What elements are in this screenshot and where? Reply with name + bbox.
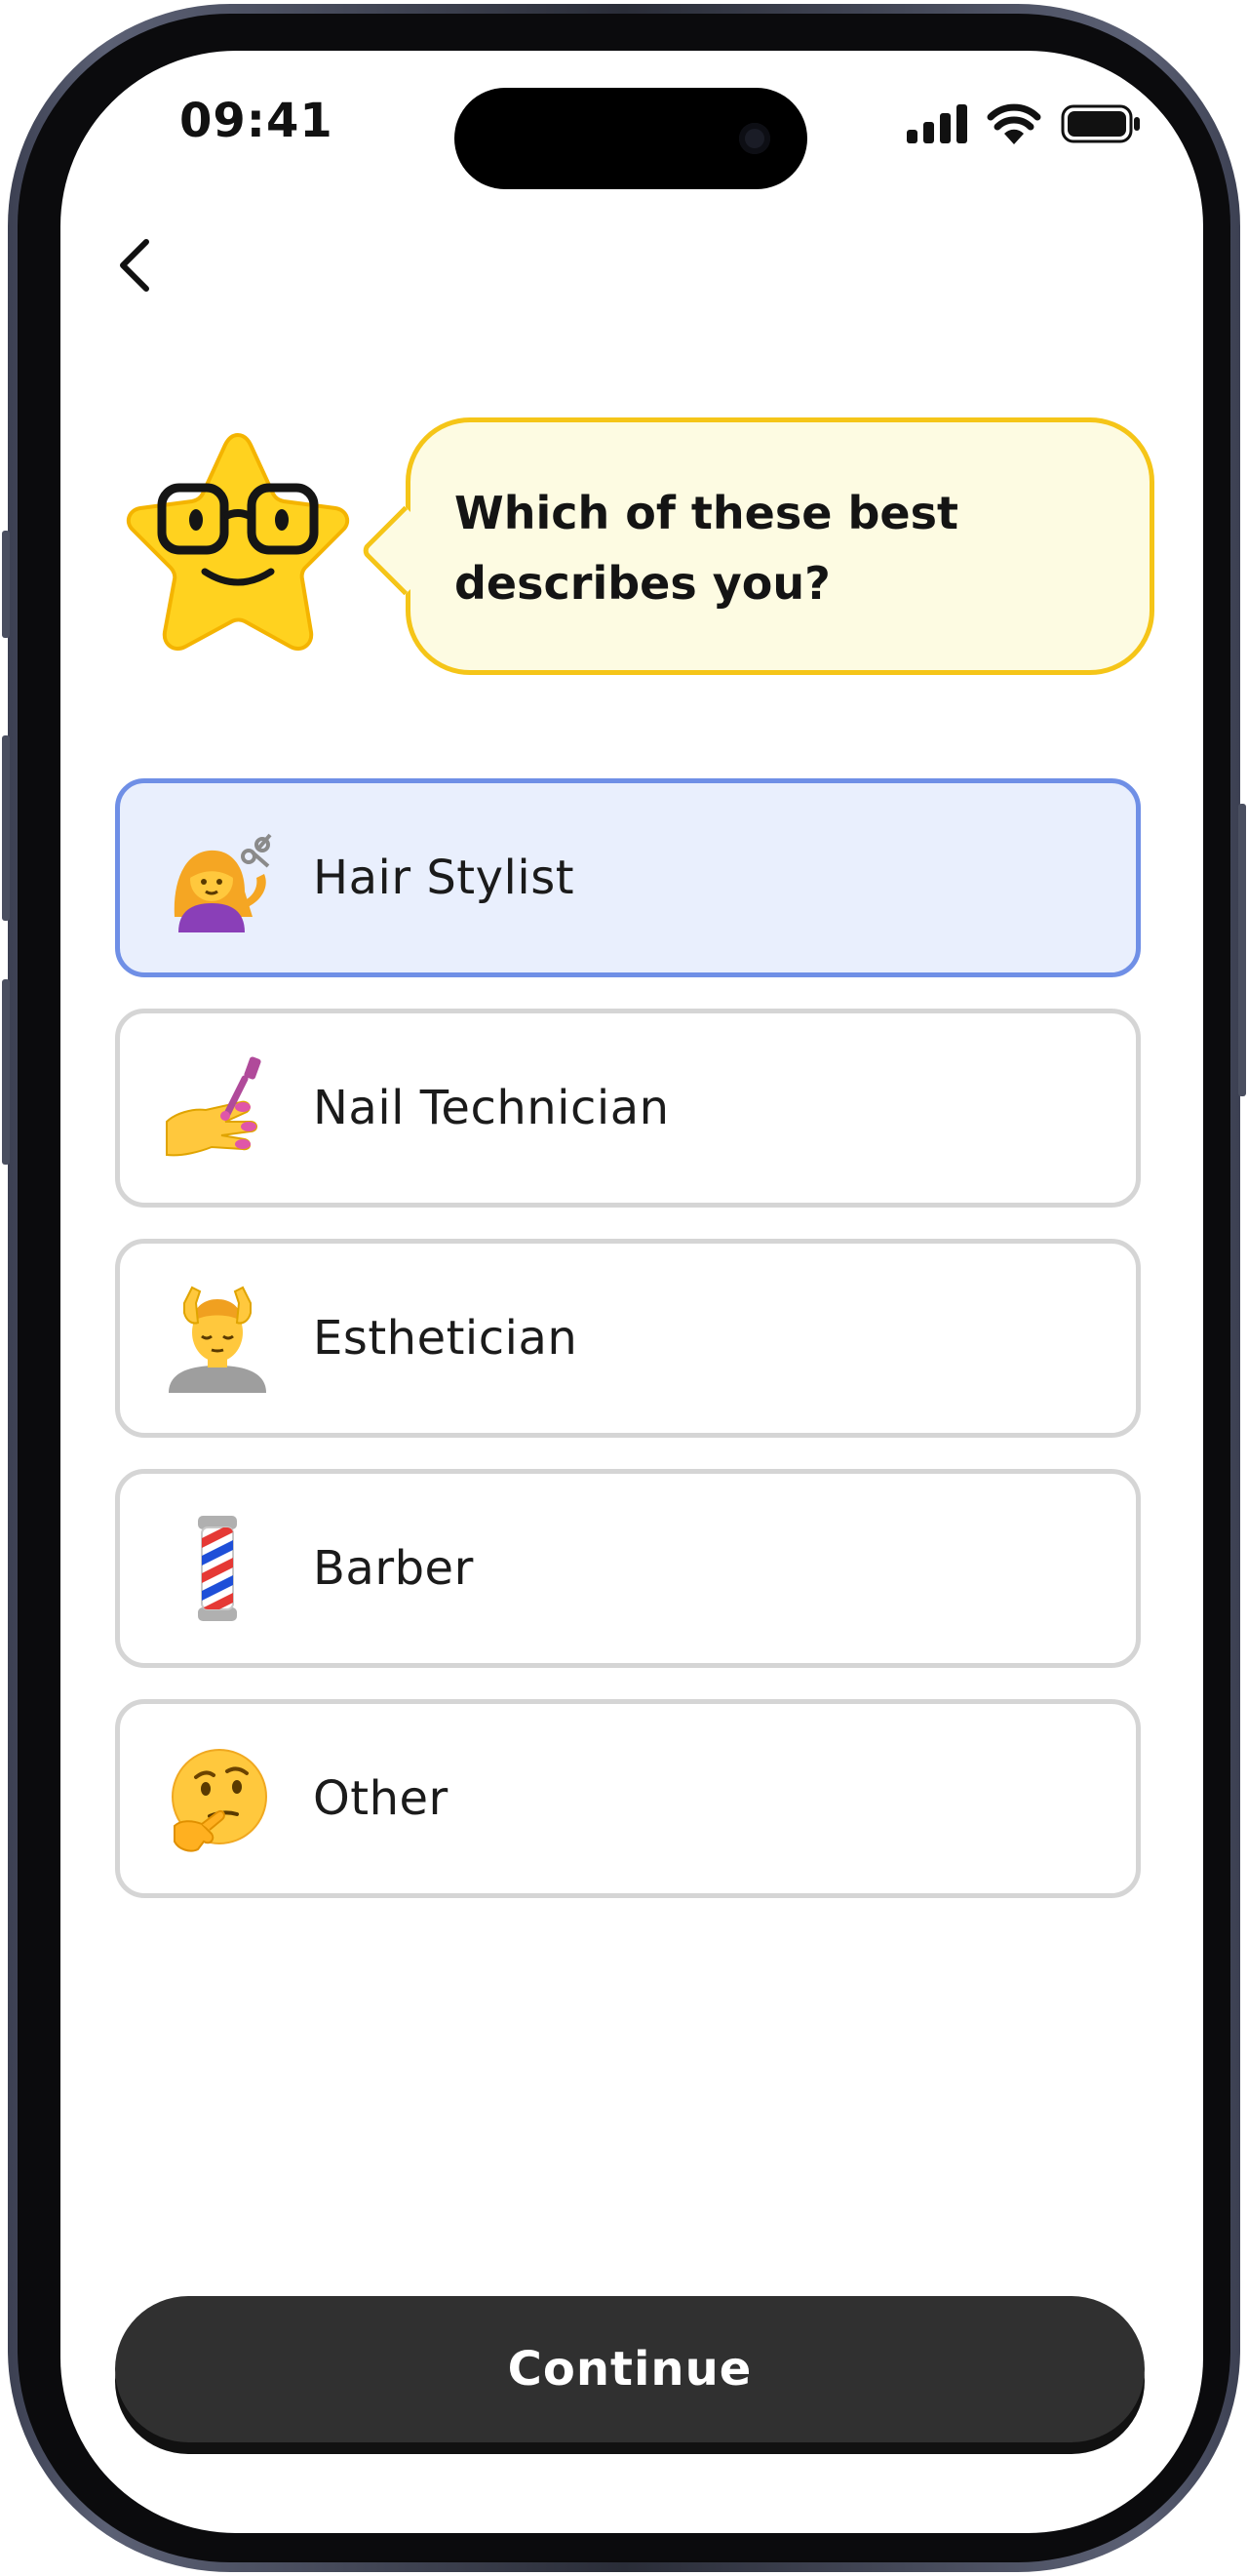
- cellular-signal-icon: [907, 104, 967, 143]
- barber-pole-emoji-icon: [163, 1514, 272, 1623]
- wifi-icon: [987, 103, 1041, 144]
- continue-label: Continue: [507, 2342, 753, 2397]
- option-label: Hair Stylist: [313, 851, 575, 905]
- front-camera: [739, 123, 770, 154]
- dynamic-island: [454, 88, 807, 189]
- thinking-face-emoji-icon: [163, 1744, 272, 1853]
- battery-icon: [1061, 104, 1140, 143]
- option-esthetician[interactable]: Esthetician: [115, 1239, 1141, 1438]
- question-bubble: Which of these best describes you?: [359, 417, 1154, 675]
- option-label: Other: [313, 1771, 448, 1826]
- volume-down-button: [2, 979, 10, 1165]
- status-time: 09:41: [179, 94, 333, 148]
- app-screen: 09:41 Which of these best describes you?…: [60, 51, 1203, 2533]
- option-other[interactable]: Other: [115, 1699, 1141, 1898]
- option-hair-stylist[interactable]: Hair Stylist: [115, 778, 1141, 977]
- hair-stylist-emoji-icon: [163, 823, 272, 932]
- continue-button[interactable]: Continue: [115, 2296, 1145, 2442]
- power-button: [1238, 804, 1246, 1096]
- phone-frame: 09:41 Which of these best describes you?…: [2, 4, 1246, 2572]
- face-massage-emoji-icon: [163, 1284, 272, 1393]
- option-label: Nail Technician: [313, 1081, 670, 1135]
- back-button[interactable]: [96, 226, 174, 304]
- action-button: [2, 531, 10, 638]
- star-mascot-with-glasses-icon: [126, 432, 350, 652]
- option-barber[interactable]: Barber: [115, 1469, 1141, 1668]
- options-list: Hair Stylist Nail Technician Esthetician…: [115, 778, 1141, 1929]
- volume-up-button: [2, 735, 10, 921]
- chevron-left-icon: [120, 239, 149, 292]
- status-icons: [907, 103, 1141, 144]
- nail-polish-emoji-icon: [163, 1053, 272, 1163]
- question-text: Which of these best describes you?: [454, 487, 958, 610]
- option-label: Esthetician: [313, 1311, 578, 1366]
- option-nail-technician[interactable]: Nail Technician: [115, 1009, 1141, 1208]
- option-label: Barber: [313, 1541, 474, 1596]
